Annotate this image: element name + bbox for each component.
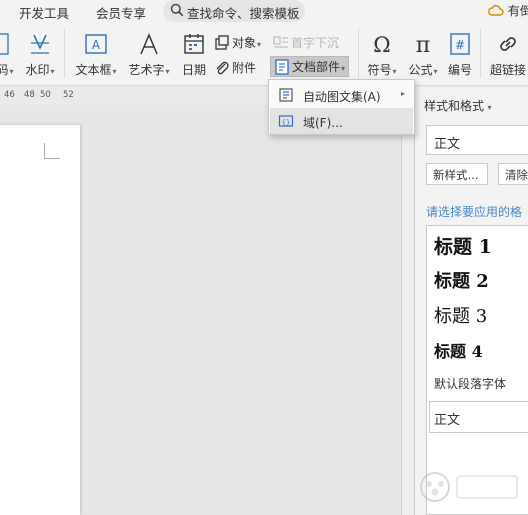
style-item-default-font[interactable]: 默认段落字体 (434, 375, 506, 392)
symbol-button[interactable]: Ω 符号▾ (364, 32, 400, 78)
document-page[interactable] (0, 125, 80, 515)
clear-format-label: 清除 (505, 168, 528, 182)
link-icon (500, 37, 516, 51)
cloud-status-label: 有倒 (507, 4, 528, 18)
ribbon-separator (358, 28, 359, 78)
document-parts-button[interactable]: 文档部件▾ (270, 56, 350, 77)
search-placeholder: 查找命令、搜索模板 (187, 6, 300, 21)
vertical-scrollbar[interactable] (401, 87, 413, 515)
wordart-icon (140, 33, 158, 55)
page-number-icon (0, 33, 9, 55)
paperclip-icon (216, 61, 229, 75)
cloud-icon (488, 4, 504, 16)
styles-pane-header[interactable]: 样式和格式 ▾ (424, 97, 492, 114)
menu-item-autotext-label: 自动图文集(A) (303, 90, 381, 104)
svg-text:{}: {} (282, 119, 290, 127)
command-search-box[interactable]: 查找命令、搜索模板 (163, 0, 305, 22)
document-parts-label: 文档部件 (292, 60, 341, 74)
drop-cap-label: 首字下沉 (291, 36, 340, 50)
date-label: 日期 (181, 63, 206, 77)
field-icon: {} (278, 115, 294, 127)
watermark-logo (420, 472, 518, 502)
attachment-label: 附件 (232, 61, 257, 75)
document-parts-icon (275, 59, 289, 75)
svg-text:Ω: Ω (373, 33, 390, 56)
ribbon-separator (480, 28, 481, 78)
menu-item-autotext[interactable]: 自动图文集(A) ▸ (270, 82, 413, 108)
current-style-field[interactable]: 正文 (426, 125, 528, 155)
numbering-button[interactable]: # 编号 (446, 32, 474, 78)
drop-cap-icon (273, 36, 288, 48)
svg-text:π: π (416, 33, 430, 56)
chevron-down-icon: ▾ (485, 103, 492, 112)
svg-text:#: # (455, 38, 465, 52)
wordart-label: 艺术字 (128, 63, 165, 77)
ruler-tick-label: 52 (63, 90, 74, 100)
document-canvas[interactable] (0, 105, 400, 515)
ruler-tick-label: 48 (24, 90, 35, 100)
drop-cap-button[interactable]: 首字下沉 (273, 34, 339, 51)
ruler-tick-label: 50 (40, 90, 51, 100)
object-label: 对象 (232, 36, 257, 50)
new-style-label: 新样式... (433, 168, 479, 182)
menu-item-field[interactable]: {} 域(F)... (270, 108, 413, 134)
date-button[interactable]: 日期 (179, 32, 209, 78)
watermark-icon (31, 34, 49, 54)
apply-style-prompt: 请选择要应用的格 (426, 205, 523, 219)
ribbon-separator (64, 28, 65, 78)
pi-icon: π (416, 33, 430, 56)
watermark-button[interactable]: 水印▾ (22, 32, 58, 78)
hyperlink-button[interactable]: 超链接 (487, 32, 528, 78)
tab-developer-tools[interactable]: 开发工具 (19, 3, 69, 22)
style-item-heading-1[interactable]: 标题 1 (434, 232, 492, 259)
search-icon (170, 3, 184, 17)
formula-label: 公式 (408, 63, 433, 77)
wordart-button[interactable]: 艺术字▾ (125, 32, 173, 78)
style-item-heading-4[interactable]: 标题 4 (434, 338, 483, 362)
tab-member-features[interactable]: 会员专享 (96, 3, 146, 22)
symbol-label: 符号 (367, 63, 392, 77)
autotext-icon (279, 88, 293, 102)
object-button[interactable]: 对象▾ (214, 34, 261, 51)
insert-ribbon: 码▾ 水印▾ A 文本框▾ 艺术字▾ 日期 对象▾ 附件 首字下沉 文档部件▾ … (0, 22, 528, 86)
numbering-label: 编号 (447, 63, 472, 77)
omega-icon: Ω (373, 33, 390, 56)
textbox-icon: A (85, 34, 107, 54)
ribbon-partial-label: 码 (0, 63, 9, 77)
style-item-heading-3[interactable]: 标题 3 (434, 302, 487, 328)
formula-button[interactable]: π 公式▾ (405, 32, 441, 78)
attachment-button[interactable]: 附件 (214, 59, 256, 76)
menu-item-field-label: 域(F)... (303, 116, 343, 130)
ribbon-partial-button[interactable]: 码▾ (0, 32, 14, 78)
clear-format-button[interactable]: 清除 (498, 163, 528, 185)
styles-pane-title: 样式和格式 (424, 99, 485, 113)
hyperlink-label: 超链接 (489, 63, 526, 77)
svg-text:A: A (92, 38, 101, 52)
style-item-body-label: 正文 (434, 413, 461, 428)
cloud-status[interactable]: 有倒 (488, 2, 528, 19)
style-item-body-text[interactable]: 正文 (429, 401, 528, 433)
numbering-icon: # (450, 33, 470, 55)
textbox-button[interactable]: A 文本框▾ (72, 32, 120, 78)
new-style-button[interactable]: 新样式... (426, 163, 488, 185)
style-item-heading-2[interactable]: 标题 2 (434, 267, 489, 293)
page-margin-marker (44, 143, 60, 159)
watermark-label: 水印 (25, 63, 50, 77)
ruler-tick-label: 46 (4, 90, 15, 100)
document-parts-menu: 自动图文集(A) ▸ {} 域(F)... (268, 79, 415, 135)
object-icon (215, 35, 229, 50)
styles-pane: 样式和格式 ▾ 正文 新样式... 清除 请选择要应用的格 标题 1 标题 2 … (414, 87, 528, 515)
textbox-label: 文本框 (75, 63, 112, 77)
current-style-value: 正文 (434, 137, 461, 152)
menu-tab-bar: 开发工具 会员专享 查找命令、搜索模板 有倒 (0, 0, 528, 22)
calendar-icon (184, 34, 204, 54)
chevron-right-icon: ▸ (401, 89, 406, 98)
